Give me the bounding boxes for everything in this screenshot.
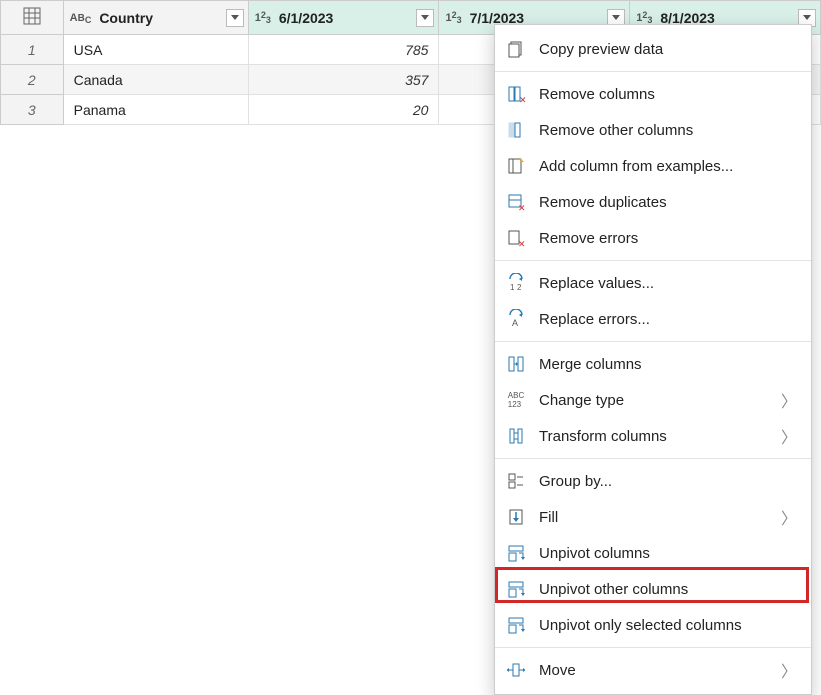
svg-text:A: A: [512, 318, 518, 328]
cell-d1[interactable]: 785: [248, 35, 439, 65]
menu-remove-other-columns[interactable]: Remove other columns: [495, 112, 811, 148]
menu-label: Merge columns: [539, 356, 797, 373]
move-icon: [505, 659, 527, 681]
remove-errors-icon: ✕: [505, 227, 527, 249]
menu-unpivot-columns[interactable]: Unpivot columns: [495, 535, 811, 571]
column-name: Country: [95, 10, 221, 26]
menu-add-column-from-examples[interactable]: Add column from examples...: [495, 148, 811, 184]
menu-transform-columns[interactable]: Transform columns 〉: [495, 418, 811, 454]
menu-replace-values[interactable]: 12 Replace values...: [495, 265, 811, 301]
cell-country[interactable]: Canada: [63, 65, 248, 95]
svg-text:1: 1: [510, 283, 515, 292]
chevron-down-icon: [612, 15, 620, 20]
row-number[interactable]: 1: [1, 35, 64, 65]
chevron-right-icon: 〉: [781, 505, 797, 529]
column-filter-button[interactable]: [226, 9, 244, 27]
menu-separator: [495, 647, 811, 648]
menu-separator: [495, 260, 811, 261]
menu-move[interactable]: Move 〉: [495, 652, 811, 688]
cell-country[interactable]: USA: [63, 35, 248, 65]
change-type-icon: ABC 123: [505, 389, 527, 411]
row-number[interactable]: 3: [1, 95, 64, 125]
svg-text:✕: ✕: [518, 239, 526, 248]
menu-remove-duplicates[interactable]: ✕ Remove duplicates: [495, 184, 811, 220]
remove-columns-icon: ✕: [505, 83, 527, 105]
remove-other-columns-icon: [505, 119, 527, 141]
menu-unpivot-only-selected-columns[interactable]: Unpivot only selected columns: [495, 607, 811, 643]
menu-label: Unpivot other columns: [539, 581, 797, 598]
menu-remove-columns[interactable]: ✕ Remove columns: [495, 76, 811, 112]
unpivot-icon: [505, 542, 527, 564]
menu-fill[interactable]: Fill 〉: [495, 499, 811, 535]
menu-label: Unpivot columns: [539, 545, 797, 562]
menu-label: Change type: [539, 392, 769, 409]
group-by-icon: [505, 470, 527, 492]
menu-label: Add column from examples...: [539, 158, 797, 175]
replace-errors-icon: A: [505, 308, 527, 330]
menu-label: Move: [539, 662, 769, 679]
menu-label: Remove other columns: [539, 122, 797, 139]
add-column-icon: [505, 155, 527, 177]
menu-label: Remove columns: [539, 86, 797, 103]
chevron-down-icon: [421, 15, 429, 20]
chevron-down-icon: [803, 15, 811, 20]
svg-text:✕: ✕: [518, 203, 526, 212]
menu-label: Transform columns: [539, 428, 769, 445]
merge-columns-icon: [505, 353, 527, 375]
menu-label: Replace errors...: [539, 311, 797, 328]
menu-unpivot-other-columns[interactable]: Unpivot other columns: [495, 571, 811, 607]
svg-text:✕: ✕: [519, 95, 526, 104]
chevron-right-icon: 〉: [781, 424, 797, 448]
copy-icon: [505, 38, 527, 60]
menu-label: Copy preview data: [539, 41, 797, 58]
type-badge-number-icon: 123: [445, 12, 461, 24]
fill-icon: [505, 506, 527, 528]
menu-label: Remove duplicates: [539, 194, 797, 211]
menu-label: Replace values...: [539, 275, 797, 292]
menu-label: Group by...: [539, 473, 797, 490]
chevron-right-icon: 〉: [781, 388, 797, 412]
transform-columns-icon: [505, 425, 527, 447]
row-number[interactable]: 2: [1, 65, 64, 95]
context-menu: Copy preview data ✕ Remove columns Remov…: [494, 24, 812, 695]
menu-group-by[interactable]: Group by...: [495, 463, 811, 499]
menu-label: Fill: [539, 509, 769, 526]
remove-duplicates-icon: ✕: [505, 191, 527, 213]
menu-copy-preview-data[interactable]: Copy preview data: [495, 31, 811, 67]
menu-label: Remove errors: [539, 230, 797, 247]
menu-replace-errors[interactable]: A Replace errors...: [495, 301, 811, 337]
menu-change-type[interactable]: ABC 123 Change type 〉: [495, 382, 811, 418]
cell-d1[interactable]: 357: [248, 65, 439, 95]
chevron-down-icon: [231, 15, 239, 20]
column-header-d1[interactable]: 123 6/1/2023: [248, 1, 439, 35]
table-icon: [23, 7, 41, 28]
cell-country[interactable]: Panama: [63, 95, 248, 125]
column-filter-button[interactable]: [416, 9, 434, 27]
menu-label: Unpivot only selected columns: [539, 617, 797, 634]
menu-separator: [495, 458, 811, 459]
cell-d1[interactable]: 20: [248, 95, 439, 125]
menu-remove-errors[interactable]: ✕ Remove errors: [495, 220, 811, 256]
column-header-country[interactable]: ABC Country: [63, 1, 248, 35]
replace-values-icon: 12: [505, 272, 527, 294]
select-all-corner[interactable]: [1, 1, 64, 35]
unpivot-selected-icon: [505, 614, 527, 636]
type-badge-number-icon: 123: [255, 12, 271, 24]
column-name: 6/1/2023: [275, 10, 413, 26]
menu-separator: [495, 341, 811, 342]
unpivot-other-icon: [505, 578, 527, 600]
chevron-right-icon: 〉: [781, 658, 797, 682]
type-badge-text-icon: ABC: [70, 12, 92, 24]
type-badge-number-icon: 123: [636, 12, 652, 24]
svg-text:2: 2: [517, 283, 522, 292]
menu-separator: [495, 71, 811, 72]
menu-merge-columns[interactable]: Merge columns: [495, 346, 811, 382]
